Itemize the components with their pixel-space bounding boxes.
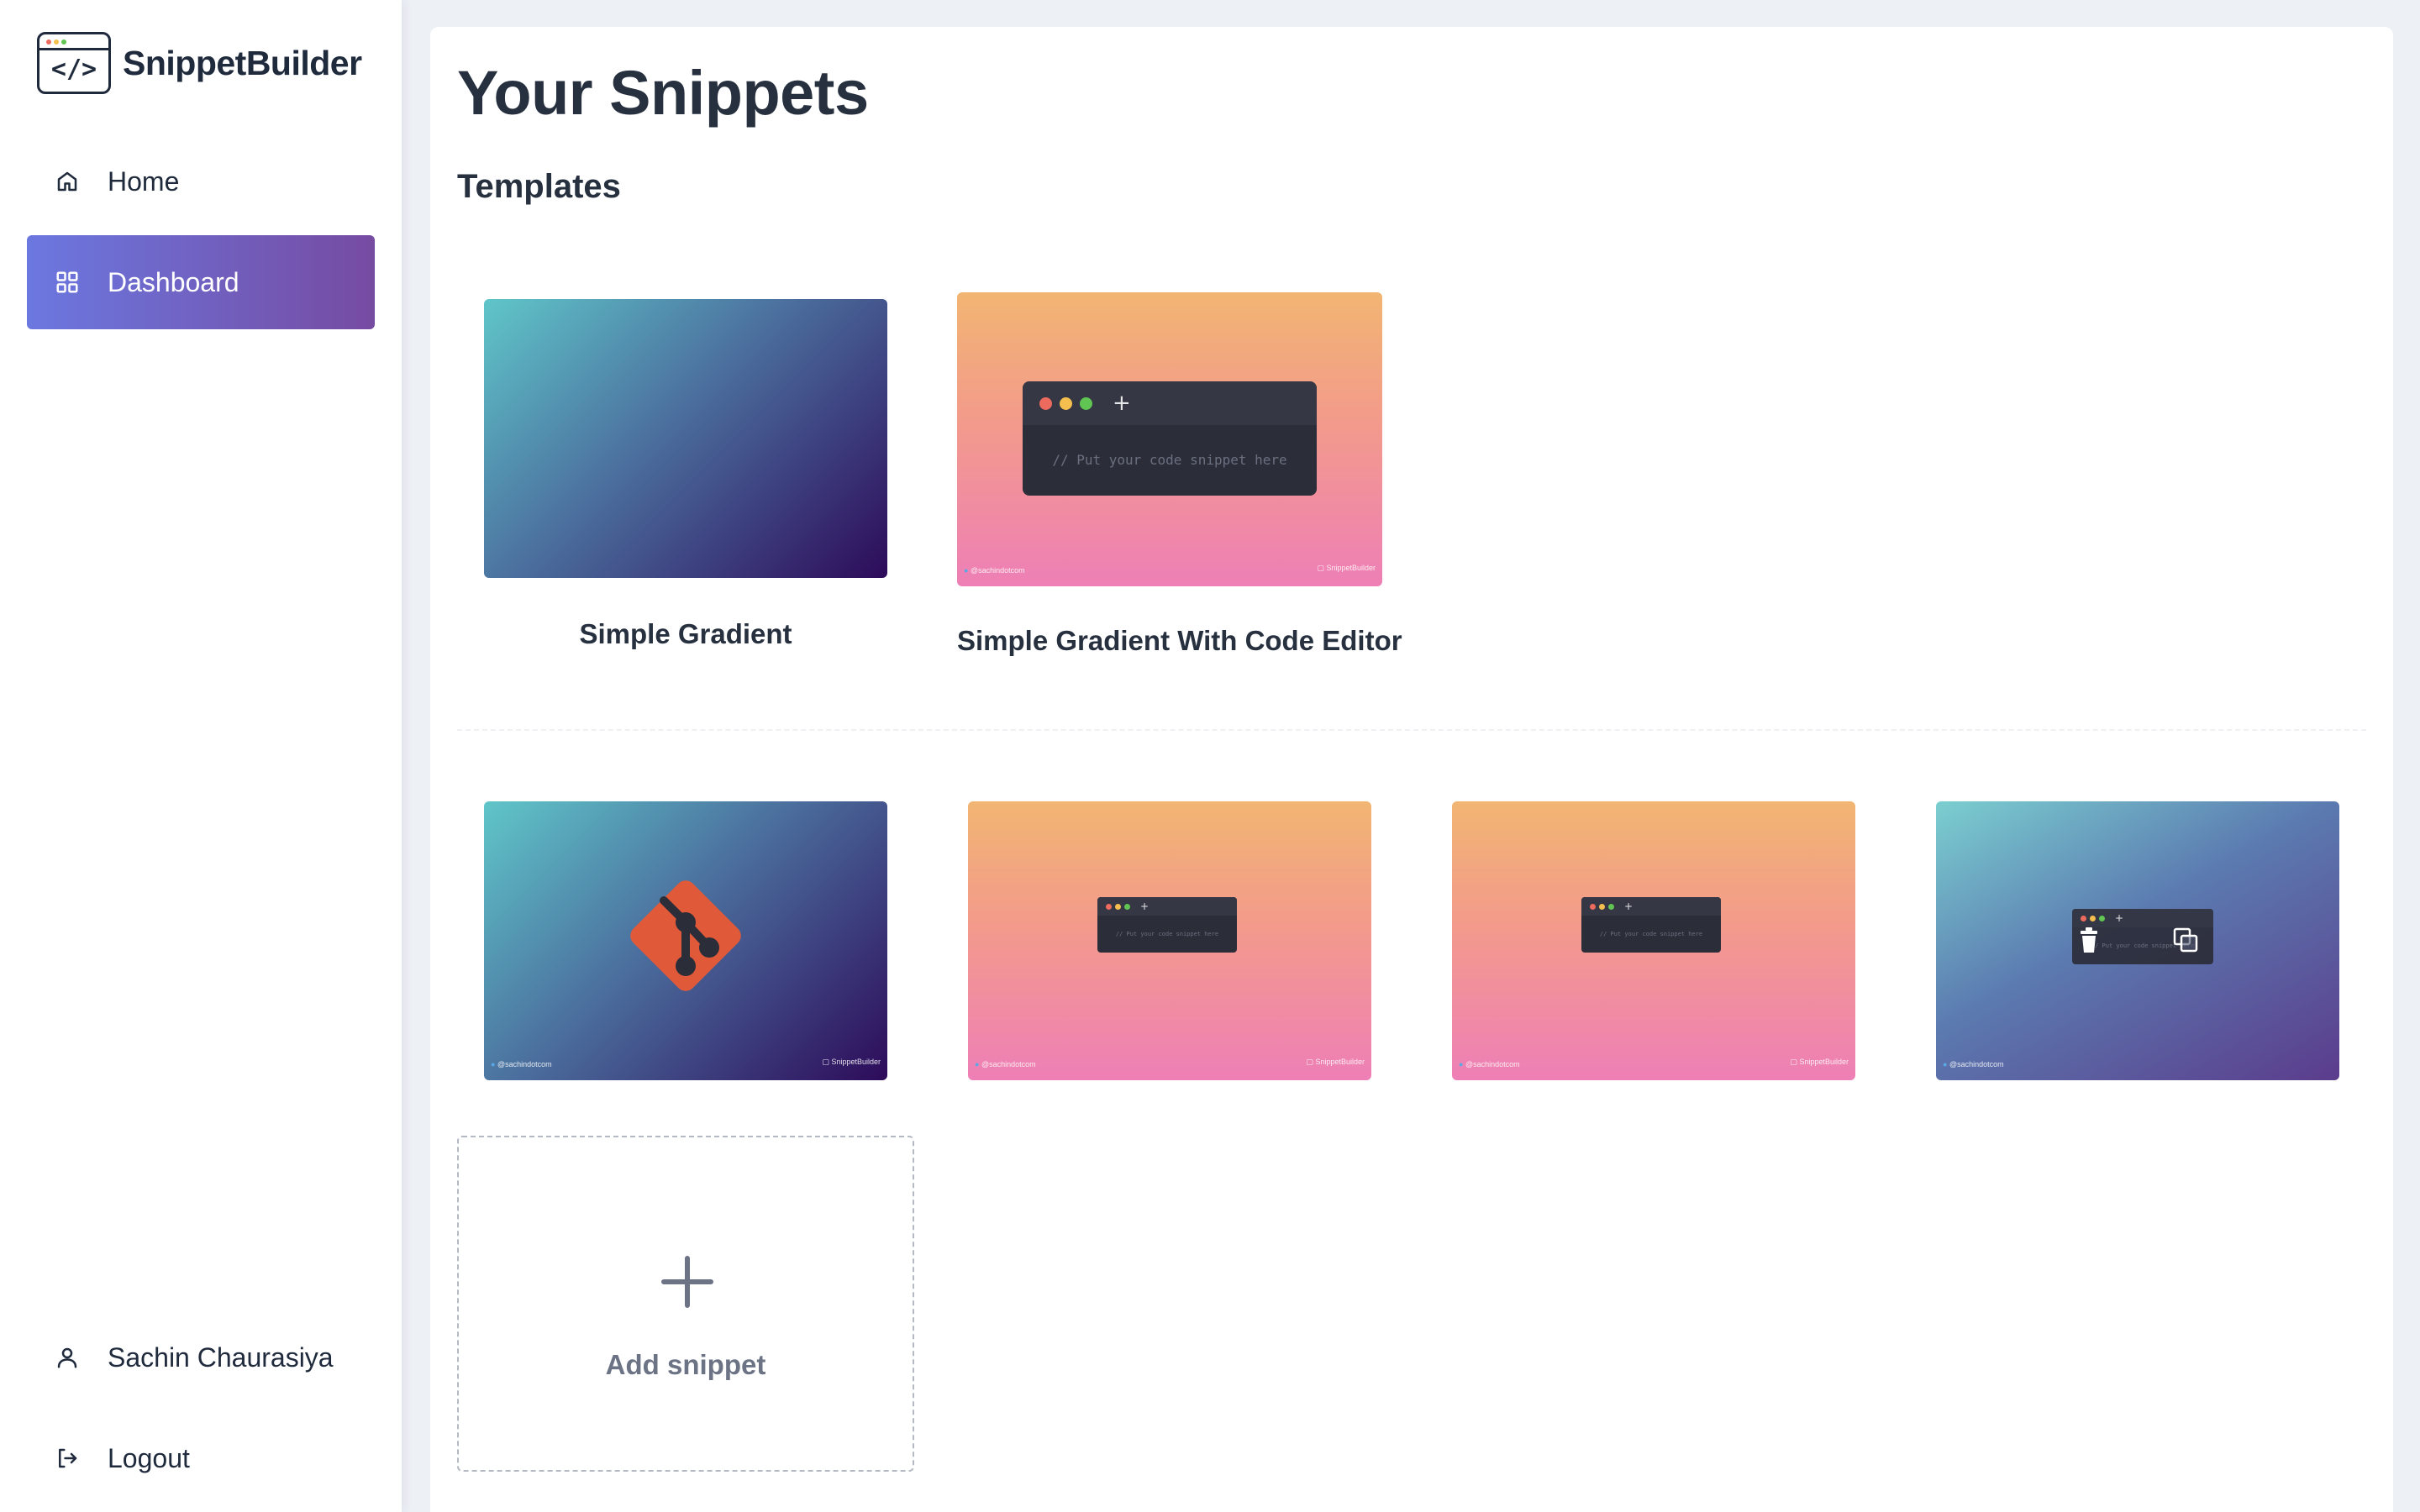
app-name: SnippetBuilder — [123, 43, 362, 82]
editor-placeholder: // Put your code snippet here — [1052, 452, 1287, 468]
new-tab-icon: + — [1113, 391, 1131, 416]
page-edge — [2395, 0, 2420, 1512]
brand-watermark: ▢ SnippetBuilder — [1790, 1058, 1849, 1066]
template-thumbnail: + // Put your code snippet here ● @sachi… — [957, 292, 1382, 586]
template-gradient-code-editor[interactable]: + // Put your code snippet here ● @sachi… — [957, 292, 1402, 662]
twitter-handle: ● @sachindotcom — [491, 1060, 552, 1068]
twitter-icon: ● — [1459, 1060, 1464, 1068]
delete-icon[interactable] — [2079, 927, 2099, 957]
code-editor-mock: + // Put your code snippet here — [1097, 897, 1237, 953]
code-editor-mock: + // Put your code snippet here — [1581, 897, 1721, 953]
snippet-card-hovered[interactable]: + // Put your code snippet here ● @sachi… — [1936, 801, 2339, 1080]
editor-placeholder: // Put your code snippet here — [1115, 931, 1219, 937]
add-snippet-label: Add snippet — [605, 1349, 766, 1380]
template-label: Simple Gradient — [579, 618, 792, 649]
editor-placeholder: // Put your code snippet here — [1599, 931, 1703, 937]
templates-heading: Templates — [457, 168, 621, 205]
twitter-icon: ● — [491, 1060, 496, 1068]
duplicate-icon[interactable] — [2173, 927, 2198, 957]
twitter-handle: ● @sachindotcom — [1943, 1060, 2004, 1068]
code-window-icon: ▢ — [1306, 1058, 1313, 1066]
main-content: Your Snippets Templates Simple Gradient … — [430, 27, 2393, 1512]
user-profile-link[interactable]: Sachin Chaurasiya — [27, 1310, 375, 1404]
sidebar-item-label: Dashboard — [108, 266, 239, 297]
logout-button[interactable]: Logout — [27, 1411, 375, 1505]
sidebar-item-label: Home — [108, 165, 180, 197]
sidebar-item-home[interactable]: Home — [27, 134, 375, 228]
brand-watermark: ▢ SnippetBuilder — [1306, 1058, 1365, 1066]
snippet-card[interactable]: + // Put your code snippet here ● @sachi… — [968, 801, 1371, 1080]
grid-icon — [54, 269, 81, 296]
twitter-icon: ● — [964, 566, 969, 575]
git-logo-icon — [630, 880, 741, 991]
twitter-icon: ● — [1943, 1060, 1948, 1068]
logout-icon — [54, 1445, 81, 1472]
twitter-handle: ● @sachindotcom — [964, 566, 1025, 575]
user-name: Sachin Chaurasiya — [108, 1341, 334, 1373]
brand-watermark: ▢ SnippetBuilder — [822, 1058, 881, 1066]
code-window-icon: </> — [37, 32, 111, 94]
twitter-handle: ● @sachindotcom — [975, 1060, 1036, 1068]
home-icon — [54, 168, 81, 195]
template-thumbnail — [484, 299, 887, 578]
add-snippet-button[interactable]: Add snippet — [457, 1136, 914, 1472]
snippet-card[interactable]: + // Put your code snippet here ● @sachi… — [1452, 801, 1855, 1080]
new-tab-icon: + — [1140, 900, 1150, 912]
section-divider — [457, 729, 2366, 731]
template-simple-gradient[interactable]: Simple Gradient — [484, 299, 887, 652]
new-tab-icon: + — [2115, 912, 2124, 924]
page-title: Your Snippets — [457, 58, 869, 128]
code-window-icon: ▢ — [1317, 564, 1324, 572]
twitter-icon: ● — [975, 1060, 980, 1068]
logo-glyph: </> — [50, 55, 97, 84]
new-tab-icon: + — [1624, 900, 1634, 912]
brand-watermark: ▢ SnippetBuilder — [1317, 564, 1376, 572]
code-editor-mock: + // Put your code snippet here — [1023, 381, 1317, 496]
plus-icon — [661, 1256, 713, 1308]
snippet-card[interactable]: ● @sachindotcom ▢ SnippetBuilder — [484, 801, 887, 1080]
sidebar-item-dashboard[interactable]: Dashboard — [27, 235, 375, 329]
code-window-icon: ▢ — [822, 1058, 829, 1066]
code-window-icon: ▢ — [1790, 1058, 1797, 1066]
template-label: Simple Gradient With Code Editor — [957, 625, 1402, 656]
twitter-handle: ● @sachindotcom — [1459, 1060, 1520, 1068]
logout-label: Logout — [108, 1442, 190, 1473]
user-icon — [54, 1344, 81, 1371]
sidebar: </> SnippetBuilder Home Dashboard Sachin… — [0, 0, 402, 1512]
app-logo[interactable]: </> SnippetBuilder — [37, 32, 362, 94]
